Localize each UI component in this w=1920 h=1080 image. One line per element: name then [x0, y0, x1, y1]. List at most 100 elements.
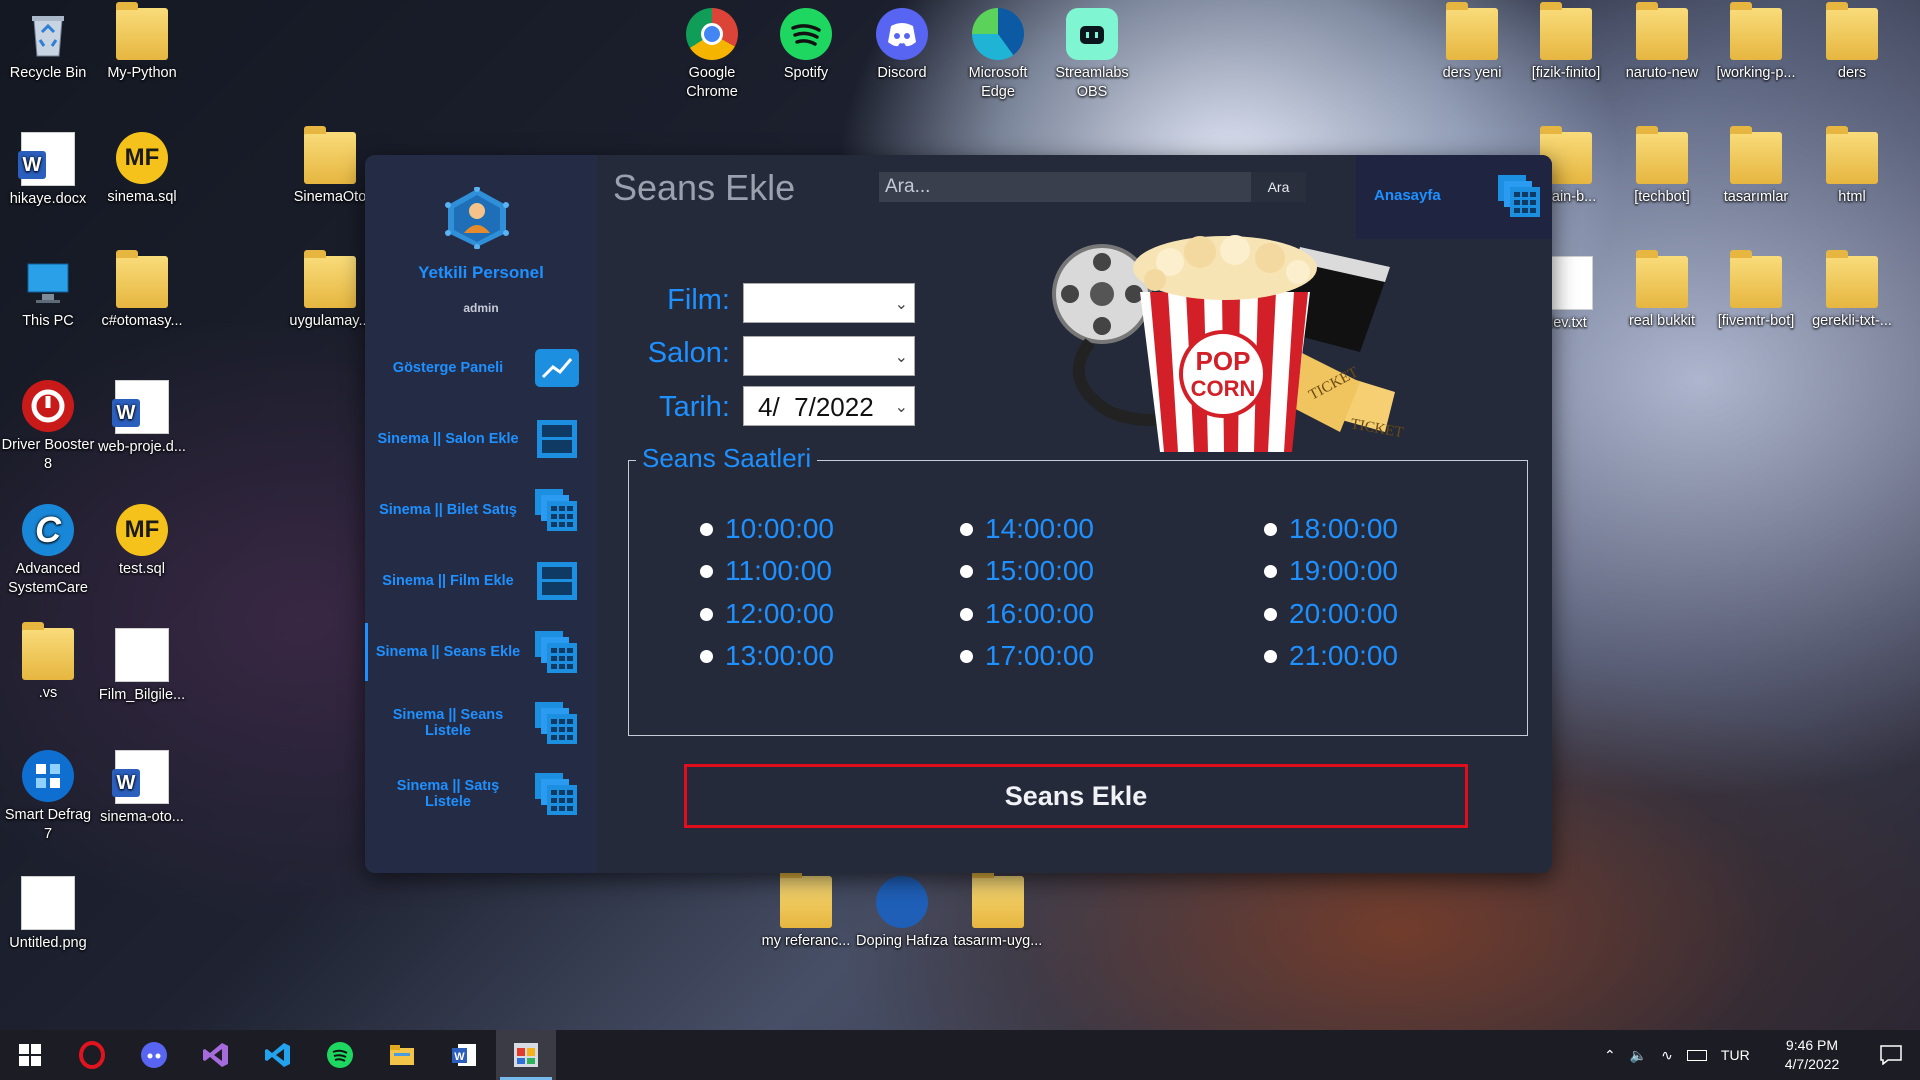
session-radio[interactable]: 16:00:00	[960, 597, 1094, 631]
desktop-icon-google-chrome[interactable]: Google Chrome	[664, 4, 760, 102]
nav-seans-ekle[interactable]: Sinema || Seans Ekle	[365, 619, 597, 685]
home-button[interactable]: Anasayfa	[1356, 155, 1552, 239]
desktop-icon-tasarim-uyg[interactable]: tasarım-uyg...	[950, 870, 1046, 951]
radio-button[interactable]	[700, 607, 713, 621]
desktop-icon-gerekli-txt[interactable]: gerekli-txt-...	[1804, 250, 1900, 331]
radio-button[interactable]	[700, 649, 713, 663]
nav-salon-ekle[interactable]: Sinema || Salon Ekle	[365, 406, 597, 472]
radio-button[interactable]	[1264, 607, 1277, 621]
clock[interactable]: 9:46 PM 4/7/2022	[1772, 1036, 1852, 1074]
nav-seans-listele[interactable]: Sinema || Seans Listele	[365, 690, 597, 756]
desktop-icon-discord[interactable]: Discord	[854, 4, 950, 83]
session-radio[interactable]: 20:00:00	[1264, 597, 1398, 631]
start-button[interactable]	[0, 1030, 60, 1080]
desktop-icon-uygulama[interactable]: uygulamay...	[282, 250, 378, 331]
battery-icon[interactable]	[1686, 1049, 1707, 1061]
desktop-icon-test-sql[interactable]: MF test.sql	[94, 500, 190, 579]
desktop-icon-driver-booster[interactable]: Driver Booster 8	[0, 376, 96, 474]
desktop-icon-this-pc[interactable]: This PC	[0, 252, 96, 331]
radio-button[interactable]	[960, 607, 973, 621]
user-title: Yetkili Personel	[418, 263, 544, 282]
salon-select[interactable]: ⌄	[743, 336, 915, 376]
desktop-icon-ders-yeni[interactable]: ders yeni	[1424, 2, 1520, 83]
nav-bilet-satis[interactable]: Sinema || Bilet Satış	[365, 477, 597, 543]
taskbar-vscode[interactable]	[248, 1030, 308, 1080]
taskbar-visual-studio[interactable]	[186, 1030, 246, 1080]
session-radio[interactable]: 19:00:00	[1264, 554, 1398, 588]
desktop-icon-html[interactable]: html	[1804, 126, 1900, 207]
desktop-icon-label: real bukkit	[1628, 313, 1696, 329]
nav-label: Sinema || Satış Listele	[396, 778, 500, 810]
desktop-icon-advanced-systemcare[interactable]: C Advanced SystemCare	[0, 500, 96, 598]
session-radio[interactable]: 11:00:00	[700, 554, 832, 588]
taskbar-opera[interactable]	[62, 1030, 122, 1080]
desktop-icon-real-bukkit[interactable]: real bukkit	[1614, 250, 1710, 331]
desktop-icon-my-python[interactable]: My-Python	[94, 2, 190, 83]
search-input[interactable]	[879, 172, 1253, 202]
notification-center-button[interactable]	[1862, 1030, 1920, 1080]
desktop-icon-my-referanc[interactable]: my referanc...	[758, 870, 854, 951]
taskbar-cinema-app[interactable]	[496, 1030, 556, 1080]
taskbar-spotify[interactable]	[310, 1030, 370, 1080]
nav-satis-listele[interactable]: Sinema || Satış Listele	[365, 761, 597, 827]
desktop-icon-recycle-bin[interactable]: Recycle Bin	[0, 4, 96, 83]
session-radio[interactable]: 17:00:00	[960, 639, 1094, 673]
radio-button[interactable]	[1264, 649, 1277, 663]
radio-button[interactable]	[960, 522, 973, 536]
radio-button[interactable]	[700, 564, 713, 578]
desktop-icon-c-otomasyon[interactable]: c#otomasy...	[94, 250, 190, 331]
desktop-icon-naruto-new[interactable]: naruto-new	[1614, 2, 1710, 83]
desktop-icon-fivemtr-bot[interactable]: [fivemtr-bot]	[1708, 250, 1804, 331]
film-select[interactable]: ⌄	[743, 283, 915, 323]
session-radio[interactable]: 21:00:00	[1264, 639, 1398, 673]
desktop-icon-label: [fivemtr-bot]	[1717, 313, 1795, 329]
desktop-icon-fizik-finito[interactable]: [fizik-finito]	[1518, 2, 1614, 83]
desktop-icon-techbot[interactable]: [techbot]	[1614, 126, 1710, 207]
session-radio[interactable]: 13:00:00	[700, 639, 834, 673]
desktop-icon-film-bilgileri[interactable]: Film_Bilgile...	[94, 624, 190, 705]
session-time: 18:00:00	[1289, 513, 1398, 544]
desktop-icon-smart-defrag[interactable]: Smart Defrag 7	[0, 746, 96, 844]
desktop-icon-ders[interactable]: ders	[1804, 2, 1900, 83]
radio-button[interactable]	[700, 522, 713, 536]
desktop-icon-label: Driver Booster 8	[1, 437, 95, 472]
taskbar-file-explorer[interactable]	[372, 1030, 432, 1080]
search-button[interactable]: Ara	[1251, 172, 1306, 202]
nav-dashboard[interactable]: Gösterge Paneli	[365, 335, 597, 401]
seans-ekle-button[interactable]: Seans Ekle	[684, 764, 1468, 828]
radio-button[interactable]	[1264, 522, 1277, 536]
radio-button[interactable]	[1264, 564, 1277, 578]
taskbar-word[interactable]: W	[434, 1030, 494, 1080]
session-time: 21:00:00	[1289, 640, 1398, 671]
wifi-icon[interactable]: ∿	[1661, 1047, 1673, 1064]
nav-label: Sinema || Bilet Satış	[379, 502, 517, 518]
desktop-icon-vs[interactable]: .vs	[0, 622, 96, 703]
desktop-icon-sinema-oto[interactable]: sinema-oto...	[94, 746, 190, 827]
desktop-icon-tasarimlar[interactable]: tasarımlar	[1708, 126, 1804, 207]
language-indicator[interactable]: TUR	[1721, 1047, 1750, 1063]
session-radio[interactable]: 18:00:00	[1264, 512, 1398, 546]
desktop-icon-streamlabs-obs[interactable]: Streamlabs OBS	[1044, 4, 1140, 102]
session-radio[interactable]: 10:00:00	[700, 512, 834, 546]
radio-button[interactable]	[960, 649, 973, 663]
desktop-icon-spotify[interactable]: Spotify	[758, 4, 854, 83]
session-radio[interactable]: 15:00:00	[960, 554, 1094, 588]
desktop-icon-web-proje[interactable]: web-proje.d...	[94, 376, 190, 457]
mysql-file-icon: MF	[116, 132, 168, 184]
volume-icon[interactable]: 🔈	[1630, 1047, 1647, 1064]
desktop-icon-sinema-sql[interactable]: MF sinema.sql	[94, 128, 190, 207]
nav-film-ekle[interactable]: Sinema || Film Ekle	[365, 548, 597, 614]
tarih-datepicker[interactable]: 4/ 7/2022 ⌄	[743, 386, 915, 426]
desktop-icon-doping-hafiza[interactable]: Doping Hafıza	[854, 872, 950, 951]
desktop-icon-hikaye[interactable]: hikaye.docx	[0, 128, 96, 209]
desktop-icon-sinemaoto[interactable]: SinemaOto	[282, 126, 378, 207]
radio-button[interactable]	[960, 564, 973, 578]
desktop-icon-label: ders	[1837, 65, 1867, 81]
desktop-icon-microsoft-edge[interactable]: Microsoft Edge	[950, 4, 1046, 102]
taskbar-discord[interactable]	[124, 1030, 184, 1080]
session-radio[interactable]: 14:00:00	[960, 512, 1094, 546]
session-radio[interactable]: 12:00:00	[700, 597, 834, 631]
desktop-icon-working-p[interactable]: [working-p...	[1708, 2, 1804, 83]
desktop-icon-untitled-png[interactable]: Untitled.png	[0, 872, 96, 953]
chevron-up-icon[interactable]: ⌃	[1604, 1047, 1616, 1064]
